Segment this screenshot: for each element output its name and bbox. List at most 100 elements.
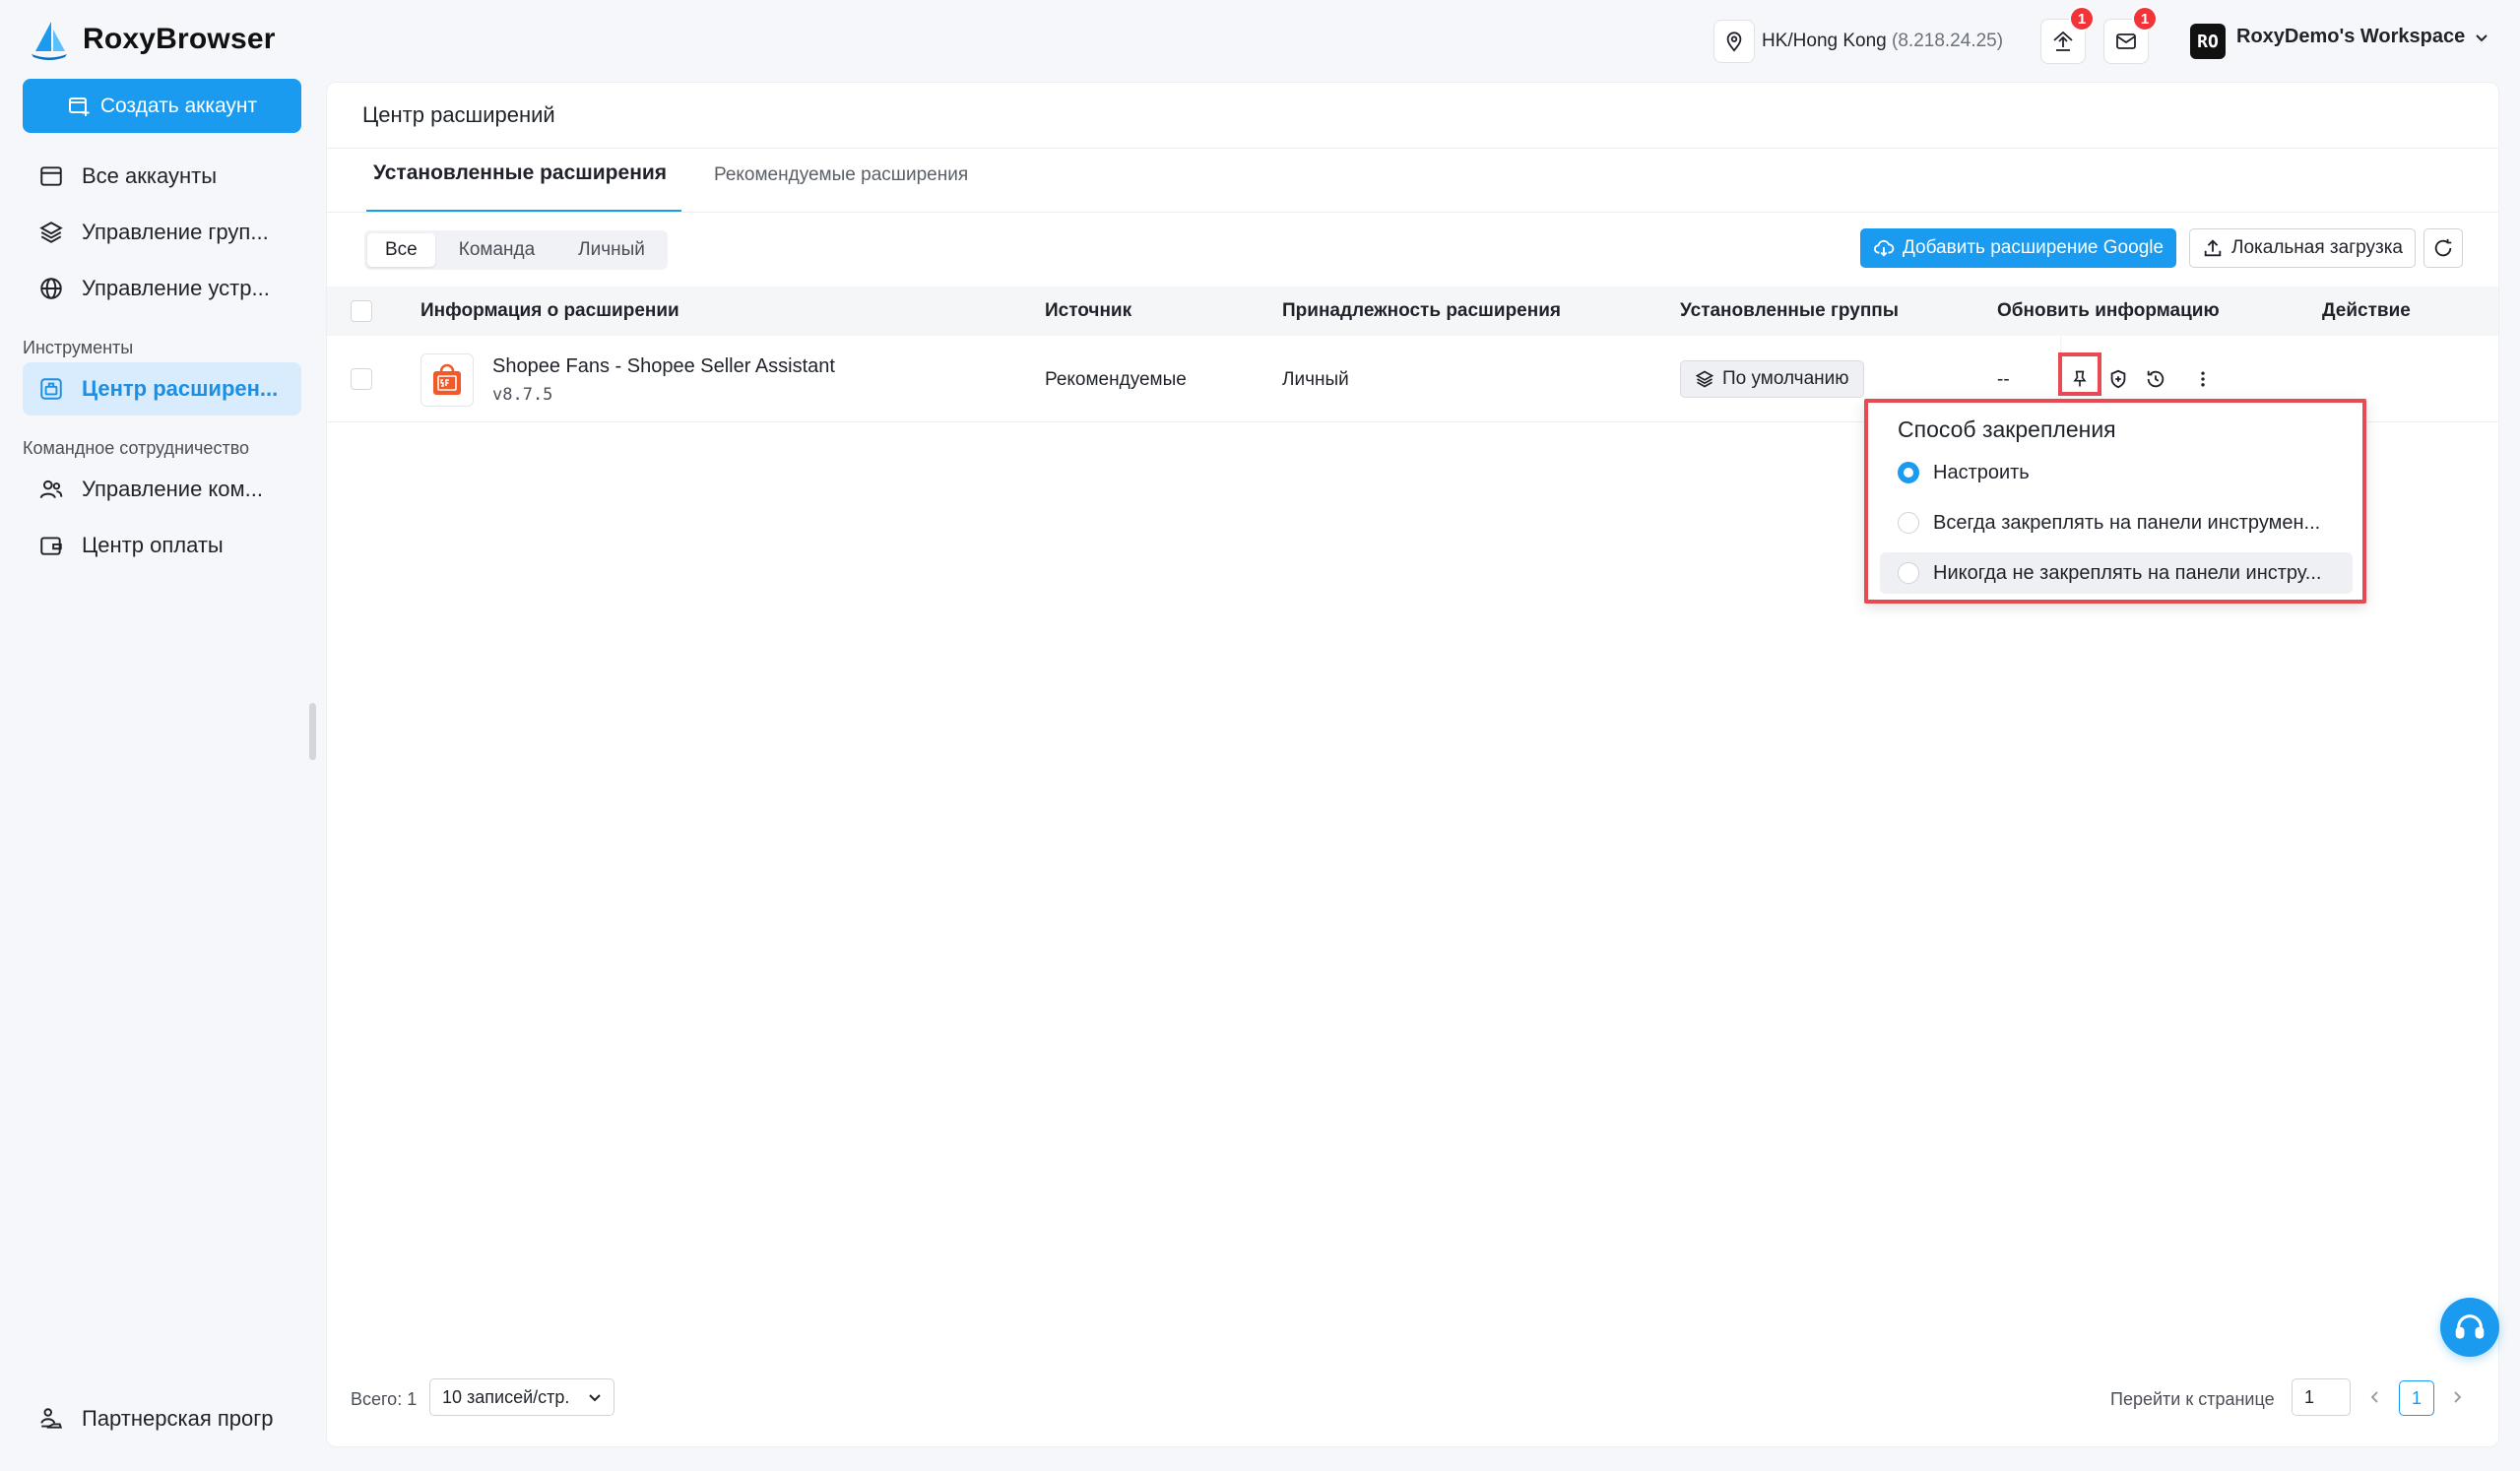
goto-page-input[interactable]: 1 [2292,1378,2351,1416]
sidebar-item-partner-program[interactable]: Партнерская прогр [23,1392,301,1445]
radio-checked[interactable] [1898,462,1919,483]
column-header-source: Источник [1045,300,1132,321]
filter-segmented-control: Все Команда Личный [364,230,668,270]
extension-ownership: Личный [1282,369,1349,390]
sidebar-item-label: Управление груп... [82,220,269,244]
filter-team[interactable]: Команда [439,233,554,267]
sidebar-item-team-management[interactable]: Управление ком... [23,463,301,516]
page-size-value: 10 записей/стр. [442,1386,570,1407]
local-upload-button[interactable]: Локальная загрузка [2189,228,2416,268]
sidebar: RoxyBrowser Создать аккаунт Все аккаунты… [0,0,316,1471]
table-header: Информация о расширении Источник Принадл… [327,287,2498,336]
extension-name: Shopee Fans - Shopee Seller Assistant [492,355,835,377]
chevron-down-icon [589,1394,601,1402]
handshake-icon [40,1408,63,1429]
pin-option-customize[interactable]: Настроить [1880,452,2353,493]
pin-option-label: Никогда не закреплять на панели инстру..… [1933,561,2322,584]
pin-button-highlight [2058,352,2101,396]
header-divider [327,148,2498,149]
window-icon [40,166,62,186]
install-to-group-button[interactable] [2104,365,2132,393]
location-button[interactable] [1713,20,1755,63]
popover-title: Способ закрепления [1898,416,2116,442]
app-name: RoxyBrowser [83,23,276,55]
filter-all[interactable]: Все [367,233,435,267]
sidebar-item-label: Управление устр... [82,276,270,300]
sidebar-item-extension-center[interactable]: Центр расширен... [23,362,301,416]
headset-icon [2455,1314,2485,1339]
chevron-left-icon [2370,1391,2378,1403]
layers-icon [39,222,63,243]
shopping-bag-icon [433,363,461,395]
workspace-avatar[interactable]: RO [2190,24,2226,59]
prev-page-button[interactable] [2363,1385,2387,1409]
sidebar-item-label: Все аккаунты [82,163,218,188]
select-all-checkbox[interactable] [351,300,372,322]
shield-plus-icon [2110,369,2126,389]
column-header-groups: Установленные группы [1680,300,1899,321]
create-account-button[interactable]: Создать аккаунт [23,79,301,133]
workspace-switcher[interactable]: RoxyDemo's Workspace [2236,26,2488,48]
more-actions-button[interactable] [2189,365,2217,393]
main-panel: Центр расширений Установленные расширени… [326,82,2499,1447]
page-number-current[interactable]: 1 [2399,1380,2434,1416]
radio-unchecked[interactable] [1898,562,1919,584]
filter-personal[interactable]: Личный [558,233,665,267]
home-upload-icon [2053,31,2073,51]
cloud-download-icon [1873,239,1895,257]
pin-option-always[interactable]: Всегда закреплять на панели инструмен... [1880,502,2353,544]
section-label-tools: Инструменты [23,338,134,357]
column-header-update: Обновить информацию [1997,300,2220,321]
add-google-extension-label: Добавить расширение Google [1902,237,2165,258]
layers-icon [1695,370,1714,388]
sidebar-item-group-management[interactable]: Управление груп... [23,206,301,259]
add-window-icon [68,96,90,116]
sidebar-item-payment-center[interactable]: Центр оплаты [23,519,301,572]
radio-unchecked[interactable] [1898,512,1919,534]
messages-badge: 1 [2132,6,2158,32]
sidebar-item-all-accounts[interactable]: Все аккаунты [23,150,301,203]
location-info: HK/Hong Kong (8.218.24.25) [1762,20,2003,63]
extension-update-info: -- [1997,369,2010,390]
page-title: Центр расширений [362,102,555,127]
pin-option-label: Настроить [1933,461,2030,483]
refresh-button[interactable] [2423,228,2463,268]
location-name: HK/Hong Kong [1762,31,1887,51]
globe-icon [40,278,62,299]
sidebar-scrollbar[interactable] [309,703,316,760]
app-logo[interactable]: RoxyBrowser [28,18,276,61]
update-history-button[interactable] [2142,365,2169,393]
page-size-select[interactable]: 10 записей/стр. [429,1378,614,1416]
section-label-team: Командное сотрудничество [23,438,250,458]
messages-button[interactable]: 1 [2103,6,2158,64]
next-page-button[interactable] [2445,1385,2469,1409]
pin-option-label: Всегда закреплять на панели инструмен... [1933,511,2321,534]
more-vertical-icon [2201,371,2205,387]
local-upload-label: Локальная загрузка [2230,237,2403,258]
sidebar-item-label: Центр оплаты [82,533,224,557]
chevron-down-icon [2476,33,2488,41]
workspace-name: RoxyDemo's Workspace [2236,26,2466,47]
row-checkbox[interactable] [351,368,372,390]
sailboat-logo-icon [32,22,67,60]
upload-button[interactable]: 1 [2040,6,2095,64]
support-chat-button[interactable] [2440,1298,2499,1357]
upload-icon [2204,239,2222,257]
group-tag-label: По умолчанию [1722,368,1849,389]
sidebar-item-device-management[interactable]: Управление устр... [23,262,301,315]
column-header-action: Действие [2322,300,2411,321]
add-google-extension-button[interactable]: Добавить расширение Google [1860,228,2176,268]
users-icon [39,480,63,499]
column-header-ownership: Принадлежность расширения [1282,300,1561,321]
chevron-right-icon [2454,1391,2462,1403]
pin-option-never[interactable]: Никогда не закреплять на панели инстру..… [1880,552,2353,594]
create-account-label: Создать аккаунт [99,94,258,117]
sidebar-item-label: Центр расширен... [82,376,279,401]
tab-recommended-extensions[interactable]: Рекомендуемые расширения [714,164,968,186]
tab-installed-extensions[interactable]: Установленные расширения [373,161,667,185]
refresh-icon [2434,238,2452,257]
sidebar-item-label: Партнерская прогр [82,1406,274,1431]
mail-icon [2116,33,2136,49]
group-tag: По умолчанию [1680,360,1864,398]
shopee-extension-icon [420,353,474,407]
